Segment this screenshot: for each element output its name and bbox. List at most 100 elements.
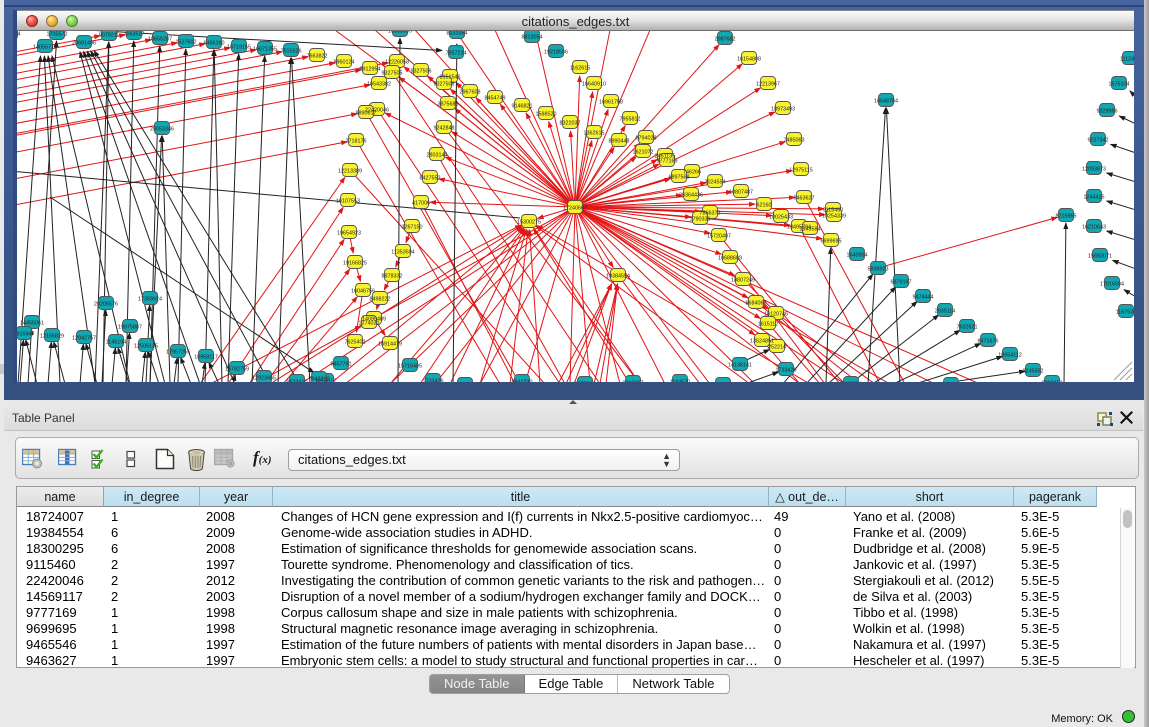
svg-text:1640954: 1640954 [847,253,868,259]
svg-text:1588520: 1588520 [536,112,557,118]
svg-text:19384554: 19384554 [606,274,630,280]
svg-text:10688609: 10688609 [718,256,742,262]
svg-text:8131054: 8131054 [447,31,468,37]
svg-text:9327506: 9327506 [411,69,432,75]
svg-text:9102734: 9102734 [841,382,862,383]
svg-text:8322037: 8322037 [560,121,581,127]
svg-text:8215955: 8215955 [1056,214,1077,220]
svg-text:12093873: 12093873 [1082,167,1106,173]
svg-text:19218506: 19218506 [544,50,568,56]
svg-text:9242848: 9242848 [434,126,455,132]
svg-text:1705572: 1705572 [47,32,68,38]
svg-text:17359924: 17359924 [138,297,162,303]
svg-text:2087682: 2087682 [715,37,736,43]
svg-text:9213407: 9213407 [623,381,644,383]
svg-text:1733426: 1733426 [776,368,797,374]
svg-text:7857224: 7857224 [446,51,467,57]
svg-text:6879197: 6879197 [891,280,912,286]
svg-text:16914479: 16914479 [378,342,402,348]
svg-text:10254339: 10254339 [822,214,846,220]
svg-text:16961758: 16961758 [599,100,623,106]
svg-text:7955812: 7955812 [620,117,641,123]
svg-text:16543382: 16543382 [367,82,391,88]
svg-text:9890617: 9890617 [356,111,377,117]
svg-text:6699695: 6699695 [821,239,842,245]
svg-text:7515526: 7515526 [281,49,302,55]
svg-text:2967608: 2967608 [460,90,481,96]
svg-text:2718176: 2718176 [346,139,367,145]
svg-text:15692071: 15692071 [1088,254,1112,260]
svg-text:14455061: 14455061 [20,321,44,327]
svg-text:10655287: 10655287 [148,37,172,43]
svg-text:1145194: 1145194 [106,340,127,346]
svg-text:7663822: 7663822 [307,54,328,60]
svg-text:19975887: 19975887 [118,325,142,331]
svg-text:19166825: 19166825 [343,261,367,267]
svg-text:252214: 252214 [768,345,786,351]
svg-text:16033809: 16033809 [388,31,412,35]
svg-text:16154808: 16154808 [737,57,761,63]
svg-text:1167534: 1167534 [1116,310,1134,316]
svg-text:15720407: 15720407 [707,234,731,240]
svg-text:1621072: 1621072 [633,150,654,156]
svg-text:10025433: 10025433 [769,215,793,221]
svg-text:6466160: 6466160 [204,41,225,47]
svg-text:1362615: 1362615 [584,131,605,137]
svg-text:15716485: 15716485 [398,364,422,370]
svg-text:12975115: 12975115 [789,168,813,174]
svg-text:1184520: 1184520 [670,380,691,383]
svg-text:17016504: 17016504 [1100,282,1124,288]
svg-text:1615112: 1615112 [758,322,779,328]
svg-text:12942757: 12942757 [72,336,96,342]
svg-text:8990448: 8990448 [609,139,630,145]
svg-text:9777169: 9777169 [657,159,678,165]
svg-text:1790331: 1790331 [690,217,711,223]
svg-text:1162615: 1162615 [570,66,591,72]
svg-text:1112467: 1112467 [1120,57,1134,63]
svg-text:8093452: 8093452 [1042,381,1063,383]
svg-text:8878332: 8878332 [382,274,403,280]
svg-text:2803144: 2803144 [427,153,448,159]
svg-text:8427552: 8427552 [420,176,441,182]
svg-text:8784904: 8784904 [17,32,21,38]
svg-text:15300275: 15300275 [517,220,541,226]
svg-text:16782759: 16782759 [225,367,249,373]
svg-text:20364436: 20364436 [679,193,703,199]
svg-text:1274031: 1274031 [359,321,380,327]
svg-text:10719155: 10719155 [227,45,251,51]
svg-text:8454749: 8454749 [485,96,506,102]
svg-text:16640910: 16640910 [582,82,606,88]
svg-text:12923465: 12923465 [252,376,276,382]
svg-text:1575104: 1575104 [1109,82,1130,88]
svg-text:3024554: 3024554 [705,180,726,186]
svg-text:16120746: 16120746 [764,312,788,318]
svg-text:10973493: 10973493 [771,107,795,113]
svg-text:8151546: 8151546 [440,75,461,81]
svg-text:8813054: 8813054 [522,35,543,41]
svg-text:3267150: 3267150 [402,225,423,231]
svg-text:19654923: 19654923 [337,231,361,237]
svg-text:9245652: 9245652 [1023,369,1044,375]
svg-text:16046756: 16046756 [351,289,375,295]
svg-text:7625402: 7625402 [345,340,366,346]
svg-text:16671355: 16671355 [253,47,277,53]
svg-text:9146821: 9146821 [512,104,533,110]
svg-text:14055714: 14055714 [33,45,57,51]
svg-text:20053346: 20053346 [150,127,174,133]
svg-text:20691406: 20691406 [72,41,96,47]
svg-text:12213389: 12213389 [338,169,362,175]
svg-text:7943210: 7943210 [309,377,330,383]
svg-text:9227342: 9227342 [1088,138,1109,144]
svg-text:3875685: 3875685 [438,102,459,108]
svg-text:12226058: 12226058 [385,60,409,66]
svg-text:5938923: 5938923 [868,267,889,273]
svg-text:6897568: 6897568 [669,175,690,181]
svg-text:1349584: 1349584 [800,227,821,233]
svg-text:20206576: 20206576 [94,302,118,308]
svg-text:9463627: 9463627 [794,196,815,202]
svg-text:11353594: 11353594 [391,250,415,256]
svg-text:8941230: 8941230 [512,380,533,383]
svg-text:8960124: 8960124 [334,60,355,66]
svg-text:17240667: 17240667 [563,206,587,212]
svg-text:10958117: 10958117 [194,355,218,361]
